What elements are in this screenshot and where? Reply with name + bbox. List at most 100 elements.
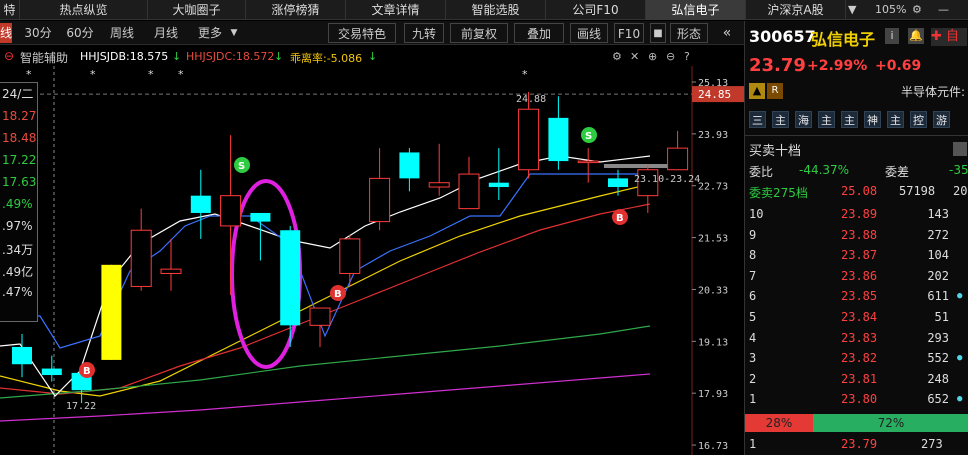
candle-body[interactable] [280,230,301,326]
tab-special-valuation[interactable]: 特估 [0,0,20,37]
candle-body[interactable] [577,160,599,164]
settings-icon[interactable]: ⚙ [912,0,922,20]
buy-level-row[interactable]: 1 23.79 273 [745,435,968,454]
sell-price: 23.84 [841,310,878,324]
sell-level-row[interactable]: 2 23.81 248 [745,370,968,389]
period-60min[interactable]: 60分 [62,23,98,43]
sell-level-row[interactable]: 1 23.80 652 ● [745,390,968,409]
dropdown-icon[interactable]: ▼ [848,0,856,20]
sell-level-row[interactable]: 4 23.83 293 [745,329,968,348]
func-button-6[interactable]: 神 [864,111,881,128]
info-low: 17.22 [2,153,37,167]
sell-level-row[interactable]: 3 23.82 552 ● [745,349,968,368]
candle-body[interactable] [548,117,569,162]
candle-body[interactable] [250,212,271,222]
candle-body[interactable] [339,238,361,274]
minimize-icon[interactable]: — [938,0,949,20]
overlay-dropdown[interactable]: 叠加 [514,23,564,43]
range-label: 23.10-23.24 [634,174,700,185]
candle-body[interactable] [41,368,62,376]
buy-marker[interactable]: B [616,213,624,224]
zoom-in-icon[interactable]: ⊕ [648,50,657,63]
sell-level-row[interactable]: 5 23.84 51 [745,308,968,327]
rating-badge[interactable]: R [767,83,783,99]
candle-body[interactable] [160,268,182,274]
sell-summary-price: 25.08 [841,184,878,198]
func-button-3[interactable]: 海 [795,111,812,128]
buy-marker[interactable]: B [83,366,91,377]
zoom-out-icon[interactable]: ⊖ [666,50,675,63]
tab-stock-hongxin[interactable]: 弘信电子 [646,0,746,20]
candle-body[interactable] [369,177,391,223]
stock-name: 弘信电子 [811,30,876,49]
candle-body[interactable] [488,182,509,188]
kline-chart[interactable]: 25.1323.9322.7321.5320.3319.1317.9316.73… [0,66,744,455]
zoom-level[interactable]: 105% [875,0,906,20]
candle-body[interactable] [428,182,450,188]
candle-body[interactable] [220,195,242,227]
func-button-9[interactable]: 游 [933,111,950,128]
func-button-1[interactable]: 三 [749,111,766,128]
flag-badge-icon[interactable]: ▲ [749,83,765,99]
orderbook-title[interactable]: 买卖十档 [749,140,801,159]
indicator-line: ⊖ 智能辅助 HHJSJDB:18.575 ↓ HHJSJDC:18.572 ↓… [0,47,744,67]
candle-body[interactable] [458,173,480,210]
tab-experts-circle[interactable]: 大咖圈子 [148,0,246,20]
candle-body[interactable] [130,229,152,287]
sell-level-row[interactable]: 8 23.87 104 [745,246,968,265]
sell-level-row[interactable]: 7 23.86 202 [745,267,968,286]
candle-body[interactable] [190,195,211,213]
bell-icon[interactable]: 🔔 [908,28,924,44]
trade-features-dropdown[interactable]: 交易特色 [328,23,396,43]
f10-button[interactable]: F10 [614,23,644,43]
candle-body[interactable] [101,264,122,360]
bid-ask-ratio-label: 委比 [749,165,774,179]
func-button-7[interactable]: 主 [887,111,904,128]
period-more[interactable]: 更多 [192,23,228,43]
func-button-5[interactable]: 主 [841,111,858,128]
price-tick-label: 17.93 [698,389,728,400]
period-line-button[interactable]: 线 [0,23,12,43]
candle-body[interactable] [667,147,689,171]
collapse-left-icon[interactable]: « [716,23,738,43]
tab-hot-overview[interactable]: 热点纵览 [20,0,148,20]
sell-level-row[interactable]: 10 23.89 143 [745,205,968,224]
close-icon[interactable]: ✕ [630,50,639,63]
add-watchlist-button[interactable]: ✚ 自 [931,28,967,46]
candle-body[interactable] [518,108,540,171]
tab-a-shares[interactable]: 沪深京A股 [746,0,846,20]
sector-label[interactable]: 半导体元件: [901,83,965,100]
tab-limit-up-board[interactable]: 涨停榜猜 [246,0,346,20]
help-icon[interactable]: ? [684,50,690,63]
draw-line-button[interactable]: 画线 [570,23,608,43]
indicator-label[interactable]: 智能辅助 [20,49,68,66]
chevron-down-icon[interactable]: ▼ [228,23,240,43]
forward-adjust-dropdown[interactable]: 前复权 [450,23,508,43]
sell-volume: 104 [927,248,949,263]
candle-body[interactable] [309,307,331,326]
candle-body[interactable] [12,346,32,365]
layout-toggle-icon[interactable]: ■ [650,23,666,43]
buy-marker[interactable]: B [334,289,342,300]
candle-body[interactable] [399,152,420,179]
sell-level-row[interactable]: 6 23.85 611 ● [745,287,968,306]
info-icon[interactable]: i [885,28,899,44]
func-button-8[interactable]: 控 [910,111,927,128]
period-week[interactable]: 周线 [104,23,140,43]
func-button-4[interactable]: 主 [818,111,835,128]
sell-marker[interactable]: S [238,161,245,172]
orderbook-toggle-icon[interactable] [953,142,967,156]
period-month[interactable]: 月线 [148,23,184,43]
sell-marker[interactable]: S [585,131,592,142]
indicator-menu-icon[interactable]: ⊖ [4,49,14,63]
candle-body[interactable] [608,178,628,188]
period-30min[interactable]: 30分 [20,23,56,43]
func-button-2[interactable]: 主 [772,111,789,128]
pattern-button[interactable]: 形态 [670,23,708,43]
nine-turn-button[interactable]: 九转 [404,23,444,43]
tab-article-detail[interactable]: 文章详情 [346,0,446,20]
sell-level-row[interactable]: 9 23.88 272 [745,226,968,245]
tab-company-f10[interactable]: 公司F10 [546,0,646,20]
tab-smart-stock-picking[interactable]: 智能选股 [446,0,546,20]
gear-icon[interactable]: ⚙ [612,50,622,63]
